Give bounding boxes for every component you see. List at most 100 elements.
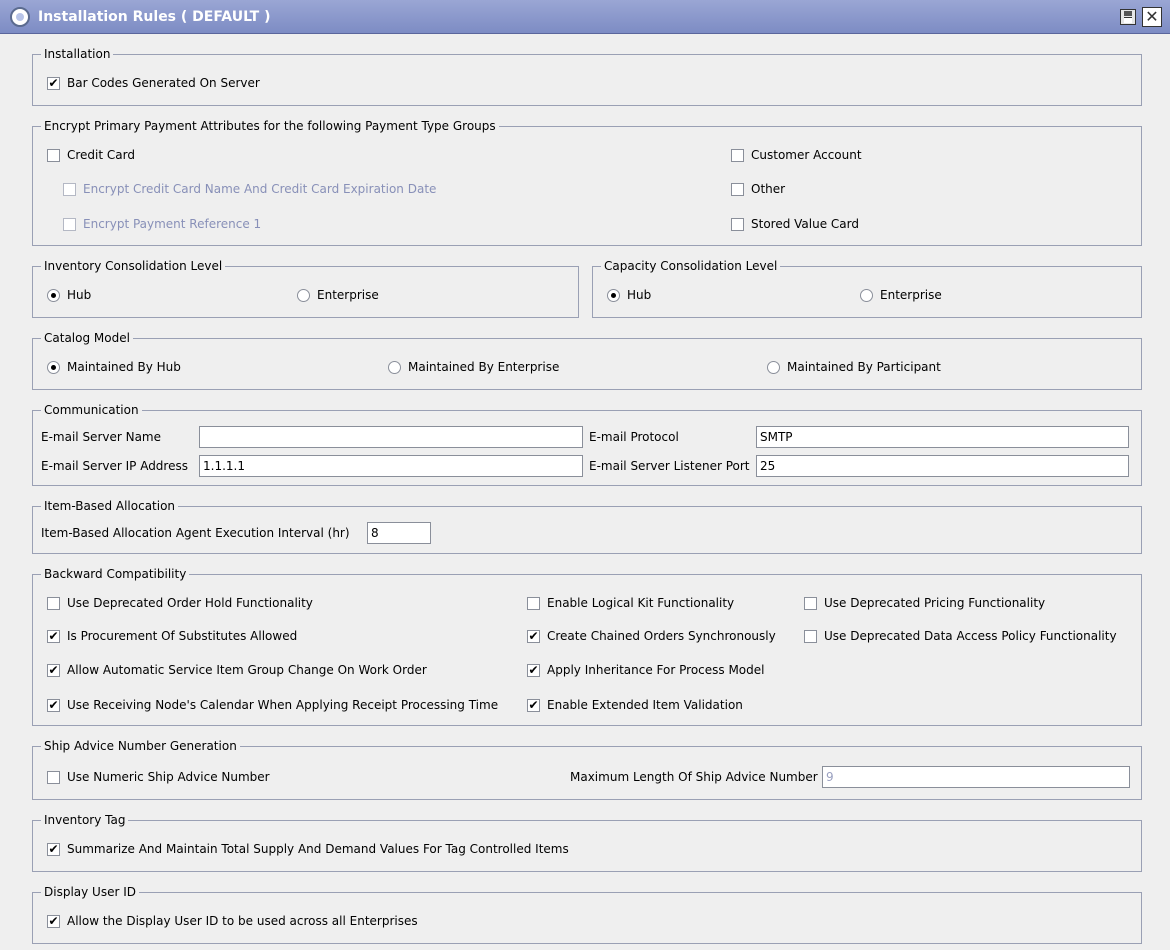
bc-checkbox[interactable]: ✔ Allow Automatic Service Item Group Chan…: [47, 663, 427, 677]
encrypt-cc-name-box[interactable]: [63, 182, 76, 196]
allow-display-user-checkbox[interactable]: ✔ Allow the Display User ID to be used a…: [47, 914, 418, 928]
summarize-checkbox[interactable]: ✔ Summarize And Maintain Total Supply An…: [47, 842, 569, 856]
customer-account-label: Customer Account: [751, 148, 862, 162]
bc-checkbox[interactable]: ✔ Is Procurement Of Substitutes Allowed: [47, 629, 297, 643]
catalog-enterprise-radio[interactable]: Maintained By Enterprise: [388, 360, 559, 374]
inventory-hub-radio-dot[interactable]: [47, 288, 60, 302]
other-checkbox[interactable]: Other: [731, 182, 785, 196]
encrypt-payment-ref-label: Encrypt Payment Reference 1: [83, 217, 262, 231]
capacity-consolidation-group: Capacity Consolidation Level Hub Enterpr…: [592, 258, 1142, 318]
capacity-consolidation-legend: Capacity Consolidation Level: [601, 258, 781, 274]
encrypt-group: Encrypt Primary Payment Attributes for t…: [32, 118, 1142, 246]
inventory-hub-radio[interactable]: Hub: [47, 288, 91, 302]
capacity-hub-radio[interactable]: Hub: [607, 288, 651, 302]
catalog-model-legend: Catalog Model: [41, 330, 133, 346]
bc-checkbox[interactable]: Enable Logical Kit Functionality: [527, 596, 734, 610]
max-length-input[interactable]: 9: [822, 766, 1130, 788]
bc-checkbox[interactable]: Use Deprecated Data Access Policy Functi…: [804, 629, 1117, 643]
catalog-hub-radio-dot[interactable]: [47, 360, 60, 374]
summarize-box[interactable]: ✔: [47, 842, 60, 856]
bc-box[interactable]: ✔: [527, 629, 540, 643]
other-box[interactable]: [731, 182, 744, 196]
catalog-enterprise-label: Maintained By Enterprise: [408, 360, 560, 374]
bc-label: Create Chained Orders Synchronously: [547, 629, 776, 643]
allow-display-user-box[interactable]: ✔: [47, 914, 60, 928]
bc-box[interactable]: [47, 596, 60, 610]
item-allocation-group: Item-Based Allocation Item-Based Allocat…: [32, 498, 1142, 554]
email-server-name-input[interactable]: [199, 426, 583, 448]
bc-label: Apply Inheritance For Process Model: [547, 663, 765, 677]
bc-checkbox[interactable]: ✔ Apply Inheritance For Process Model: [527, 663, 764, 677]
email-server-ip-label: E-mail Server IP Address: [41, 459, 188, 473]
bc-box[interactable]: [804, 596, 817, 610]
bc-label: Allow Automatic Service Item Group Chang…: [67, 663, 427, 677]
inventory-enterprise-radio-dot[interactable]: [297, 288, 310, 302]
bc-box[interactable]: ✔: [527, 698, 540, 712]
bc-checkbox[interactable]: Use Deprecated Order Hold Functionality: [47, 596, 313, 610]
bc-box[interactable]: [804, 629, 817, 643]
stored-value-card-checkbox[interactable]: Stored Value Card: [731, 217, 859, 231]
catalog-hub-radio[interactable]: Maintained By Hub: [47, 360, 181, 374]
catalog-enterprise-radio-dot[interactable]: [388, 360, 401, 374]
email-server-name-label: E-mail Server Name: [41, 430, 162, 444]
rules-icon: [10, 6, 30, 27]
display-user-group: Display User ID ✔ Allow the Display User…: [32, 884, 1142, 944]
inventory-consolidation-group: Inventory Consolidation Level Hub Enterp…: [32, 258, 579, 318]
bc-box[interactable]: ✔: [47, 663, 60, 677]
catalog-participant-radio[interactable]: Maintained By Participant: [767, 360, 941, 374]
ship-advice-group: Ship Advice Number Generation Use Numeri…: [32, 738, 1142, 800]
bc-checkbox[interactable]: Use Deprecated Pricing Functionality: [804, 596, 1045, 610]
bc-checkbox[interactable]: ✔ Enable Extended Item Validation: [527, 698, 743, 712]
email-server-ip-input[interactable]: 1.1.1.1: [199, 455, 583, 477]
catalog-participant-label: Maintained By Participant: [787, 360, 941, 374]
allocation-interval-input[interactable]: 8: [367, 522, 431, 544]
barcodes-box[interactable]: ✔: [47, 76, 60, 90]
customer-account-checkbox[interactable]: Customer Account: [731, 148, 862, 162]
item-allocation-legend: Item-Based Allocation: [41, 498, 179, 514]
bc-box[interactable]: ✔: [47, 698, 60, 712]
encrypt-payment-ref-box[interactable]: [63, 217, 76, 231]
bc-label: Enable Extended Item Validation: [547, 698, 743, 712]
stored-value-card-box[interactable]: [731, 217, 744, 231]
customer-account-box[interactable]: [731, 148, 744, 162]
bc-label: Use Deprecated Data Access Policy Functi…: [824, 629, 1117, 643]
encrypt-cc-name-label: Encrypt Credit Card Name And Credit Card…: [83, 182, 437, 196]
numeric-ship-advice-box[interactable]: [47, 770, 60, 784]
inventory-tag-legend: Inventory Tag: [41, 812, 129, 828]
close-icon[interactable]: ✕: [1142, 7, 1162, 27]
credit-card-checkbox[interactable]: Credit Card: [47, 148, 135, 162]
capacity-hub-label: Hub: [627, 288, 652, 302]
capacity-enterprise-radio-dot[interactable]: [860, 288, 873, 302]
encrypt-cc-name-checkbox[interactable]: Encrypt Credit Card Name And Credit Card…: [63, 182, 436, 196]
numeric-ship-advice-checkbox[interactable]: Use Numeric Ship Advice Number: [47, 770, 270, 784]
bc-label: Use Deprecated Pricing Functionality: [824, 596, 1046, 610]
bc-box[interactable]: ✔: [527, 663, 540, 677]
capacity-enterprise-radio[interactable]: Enterprise: [860, 288, 942, 302]
inventory-tag-group: Inventory Tag ✔ Summarize And Maintain T…: [32, 812, 1142, 872]
credit-card-label: Credit Card: [67, 148, 135, 162]
max-length-label: Maximum Length Of Ship Advice Number: [570, 770, 818, 784]
numeric-ship-advice-label: Use Numeric Ship Advice Number: [67, 770, 270, 784]
save-icon[interactable]: [1120, 9, 1136, 25]
backward-compatibility-group: Backward Compatibility Use Deprecated Or…: [32, 566, 1142, 726]
capacity-hub-radio-dot[interactable]: [607, 288, 620, 302]
window-titlebar: Installation Rules ( DEFAULT ) ✕: [0, 0, 1170, 34]
backward-compatibility-legend: Backward Compatibility: [41, 566, 190, 582]
credit-card-box[interactable]: [47, 148, 60, 162]
barcodes-checkbox[interactable]: ✔ Bar Codes Generated On Server: [47, 76, 260, 90]
bc-box[interactable]: ✔: [47, 629, 60, 643]
ship-advice-legend: Ship Advice Number Generation: [41, 738, 240, 754]
summarize-label: Summarize And Maintain Total Supply And …: [67, 842, 569, 856]
email-port-input[interactable]: 25: [756, 455, 1129, 477]
communication-legend: Communication: [41, 402, 142, 418]
bc-box[interactable]: [527, 596, 540, 610]
inventory-enterprise-radio[interactable]: Enterprise: [297, 288, 379, 302]
bc-checkbox[interactable]: ✔ Use Receiving Node's Calendar When Appl…: [47, 698, 498, 712]
barcodes-label: Bar Codes Generated On Server: [67, 76, 260, 90]
other-label: Other: [751, 182, 786, 196]
bc-checkbox[interactable]: ✔ Create Chained Orders Synchronously: [527, 629, 776, 643]
email-protocol-input[interactable]: SMTP: [756, 426, 1129, 448]
catalog-hub-label: Maintained By Hub: [67, 360, 181, 374]
encrypt-payment-ref-checkbox[interactable]: Encrypt Payment Reference 1: [63, 217, 261, 231]
catalog-participant-radio-dot[interactable]: [767, 360, 780, 374]
